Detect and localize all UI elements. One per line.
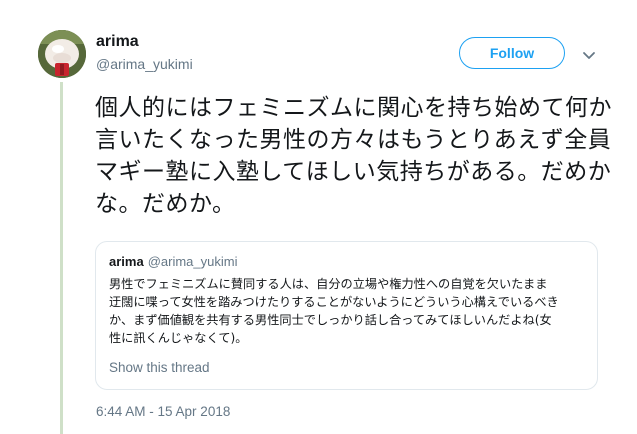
thread-line [60,82,63,434]
avatar[interactable] [38,30,86,78]
quoted-user-handle: @arima_yukimi [147,254,238,269]
display-name[interactable]: arima [96,33,139,51]
quoted-tweet-header: arima @arima_yukimi [109,254,237,269]
quoted-tweet-text: 男性でフェミニズムに賛同する人は、自分の立場や権力性への自覚を欠いたまま 迂闊に… [109,277,559,345]
chevron-down-icon[interactable] [582,47,596,59]
tweet-timestamp[interactable]: 6:44 AM - 15 Apr 2018 [96,404,230,419]
tweet-text: 個人的にはフェミニズムに関心を持ち始めて何か言いたくなった男性の方々はもうとりあ… [95,95,612,217]
tweet-card: arima @arima_yukimi Follow 個人的にはフェミニズムに関… [0,0,637,434]
quoted-display-name: arima [109,254,144,269]
user-handle[interactable]: @arima_yukimi [96,56,193,72]
quoted-tweet[interactable]: arima @arima_yukimi 男性でフェミニズムに賛同する人は、自分の立… [95,241,598,390]
follow-button[interactable]: Follow [459,37,565,69]
show-thread-link[interactable]: Show this thread [109,360,210,375]
